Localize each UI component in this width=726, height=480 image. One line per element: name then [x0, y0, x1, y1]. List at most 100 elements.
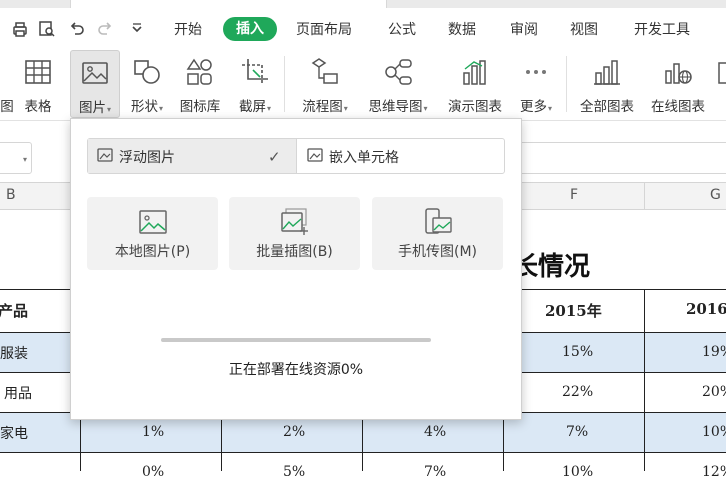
tool-demo-chart[interactable]: 演示图表	[444, 50, 506, 116]
table-cell: 服装	[0, 346, 28, 362]
tool-shapes[interactable]: 形状▾	[124, 50, 170, 116]
table-header-2015: 2015年	[545, 302, 602, 320]
table-cell: 15%	[562, 344, 594, 360]
column-header-f[interactable]: F	[570, 187, 578, 203]
screenshot-icon	[235, 55, 275, 89]
phone-transfer-button[interactable]: 手机传图(M)	[372, 197, 503, 270]
table-cell: 19%	[702, 344, 726, 360]
table-cell: 1%	[142, 424, 165, 440]
tool-table[interactable]: 表格	[20, 50, 56, 116]
menu-page-layout[interactable]: 页面布局	[296, 20, 352, 40]
tool-online-chart[interactable]: 在线图表	[646, 50, 710, 116]
menu-insert[interactable]: 插入	[223, 17, 277, 41]
active-document-tab[interactable]	[70, 0, 387, 8]
table-cell: 2%	[283, 424, 306, 440]
tool-label: 流程图	[302, 99, 343, 115]
print-icon[interactable]	[9, 18, 31, 40]
phone-transfer-icon	[424, 208, 452, 234]
tool-label: 表格	[24, 99, 52, 115]
menu-formula[interactable]: 公式	[388, 20, 416, 40]
option-embed-label: 嵌入单元格	[329, 150, 399, 166]
tool-chart-partial[interactable]: 图	[0, 50, 14, 116]
redo-icon[interactable]	[94, 18, 116, 40]
table-cell: 0%	[142, 464, 165, 480]
local-picture-icon	[138, 210, 167, 234]
menu-bar: 开始 插入 页面布局 公式 数据 审阅 视图 开发工具	[0, 8, 726, 48]
tool-label: 图标库	[179, 99, 221, 115]
deploy-status-text: 正在部署在线资源0%	[228, 362, 364, 378]
table-icon	[18, 55, 58, 89]
picture-mode-selector: 浮动图片 ✓ 嵌入单元格	[87, 138, 505, 174]
card-label: 手机传图(M)	[397, 244, 477, 260]
tool-more[interactable]: 更多▾	[514, 50, 558, 116]
option-floating-label: 浮动图片	[119, 150, 175, 166]
menu-start[interactable]: 开始	[174, 20, 202, 40]
table-cell: 7%	[424, 464, 447, 480]
shapes-icon	[127, 55, 167, 89]
chevron-down-icon: ▾	[22, 155, 27, 164]
batch-insert-button[interactable]: 批量插图(B)	[229, 197, 360, 270]
ribbon-separator	[284, 56, 285, 112]
table-cell: 4%	[424, 424, 447, 440]
demo-chart-icon	[455, 55, 495, 89]
ribbon-separator	[566, 56, 567, 112]
tool-picture[interactable]: 图片▾	[70, 50, 120, 118]
table-cell: 12%	[702, 464, 726, 480]
tool-screenshot[interactable]: 截屏▾	[232, 50, 278, 116]
tool-partial-right[interactable]	[716, 50, 726, 116]
card-label: 本地图片(P)	[114, 244, 191, 260]
menu-data[interactable]: 数据	[448, 20, 476, 40]
table-cell: 家电	[0, 426, 28, 442]
icon-library-icon	[180, 55, 220, 89]
tool-label: 形状	[130, 99, 158, 115]
tool-icon-library[interactable]: 图标库	[176, 50, 224, 116]
table-cell: 10%	[702, 424, 726, 440]
tool-label: 演示图表	[448, 99, 502, 115]
all-charts-icon	[587, 55, 627, 89]
tool-label: 截屏	[238, 99, 266, 115]
customize-quick-access-icon[interactable]	[126, 18, 148, 40]
dropdown-caret-icon: ▾	[343, 104, 348, 113]
dropdown-caret-icon: ▾	[158, 104, 163, 113]
tool-label: 图片	[78, 100, 106, 116]
tool-flowchart[interactable]: 流程图▾	[296, 50, 354, 116]
local-picture-button[interactable]: 本地图片(P)	[87, 197, 218, 270]
column-header-g[interactable]: G	[710, 187, 721, 203]
tool-label: 更多	[519, 99, 547, 115]
menu-view[interactable]: 视图	[570, 20, 598, 40]
mindmap-icon	[378, 55, 418, 89]
table-header-2016: 2016	[686, 300, 726, 318]
tool-label: 图	[0, 99, 14, 115]
dropdown-caret-icon: ▾	[547, 104, 552, 113]
table-cell: 7%	[566, 424, 589, 440]
tool-all-charts[interactable]: 全部图表	[576, 50, 638, 116]
tool-mindmap[interactable]: 思维导图▾	[362, 50, 434, 116]
tool-label: 全部图表	[580, 99, 634, 115]
more-icon	[516, 55, 556, 89]
print-preview-icon[interactable]	[36, 18, 58, 40]
sheet-title: 长情况	[512, 252, 591, 282]
formula-input[interactable]	[520, 142, 726, 174]
table-cell: 用品	[4, 386, 32, 402]
menu-review[interactable]: 审阅	[510, 20, 538, 40]
name-box[interactable]: ▾	[0, 142, 32, 174]
batch-insert-icon	[280, 208, 308, 235]
embed-cell-icon	[307, 148, 323, 162]
dropdown-caret-icon: ▾	[266, 104, 271, 113]
bar-chart-icon	[0, 55, 17, 89]
column-header-b[interactable]: B	[6, 187, 16, 203]
picture-icon	[75, 56, 115, 90]
undo-icon[interactable]	[66, 18, 88, 40]
option-embed-cell[interactable]: 嵌入单元格	[297, 139, 504, 173]
online-chart-icon	[658, 55, 698, 89]
checkmark-icon: ✓	[268, 148, 281, 166]
tool-label: 在线图表	[651, 99, 705, 115]
table-cell: 20%	[702, 384, 726, 400]
option-floating-picture[interactable]: 浮动图片 ✓	[88, 139, 297, 173]
table-cell: 22%	[562, 384, 594, 400]
flowchart-icon	[305, 55, 345, 89]
menu-developer[interactable]: 开发工具	[634, 20, 690, 40]
dropdown-caret-icon: ▾	[423, 104, 428, 113]
table-cell: 5%	[283, 464, 306, 480]
floating-picture-icon	[97, 148, 113, 162]
